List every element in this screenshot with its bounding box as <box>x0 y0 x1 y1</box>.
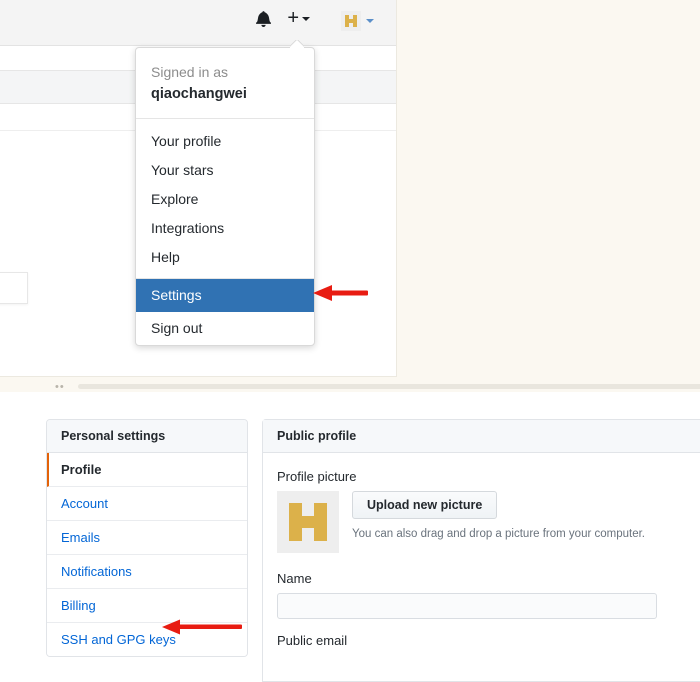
create-new-button[interactable]: + <box>287 7 310 29</box>
sidebar-header: Personal settings <box>47 420 247 453</box>
user-avatar-identicon <box>341 11 361 31</box>
upload-new-picture-button[interactable]: Upload new picture <box>352 491 498 519</box>
menu-item-your-stars[interactable]: Your stars <box>136 156 314 185</box>
user-menu-button[interactable] <box>341 11 374 31</box>
panel-body: Profile picture Upload new picture You c… <box>263 453 700 648</box>
top-screenshot-section: + •• Signed in as qiaochangwei Your prof… <box>0 0 700 392</box>
settings-sidebar: Personal settings Profile Account Emails… <box>46 419 248 657</box>
signed-in-username: qiaochangwei <box>151 86 247 103</box>
user-dropdown-menu: Signed in as qiaochangwei Your profile Y… <box>135 47 315 347</box>
profile-picture-row: Upload new picture You can also drag and… <box>277 491 700 553</box>
menu-item-integrations[interactable]: Integrations <box>136 214 314 243</box>
upload-controls: Upload new picture You can also drag and… <box>352 491 645 540</box>
name-field-block: Name <box>277 571 700 619</box>
menu-item-sign-out[interactable]: Sign out <box>136 312 314 345</box>
menu-item-help[interactable]: Help <box>136 243 314 272</box>
signed-in-label: Signed in as <box>151 64 229 80</box>
sidebar-item-billing[interactable]: Billing <box>47 589 247 623</box>
menu-item-explore[interactable]: Explore <box>136 185 314 214</box>
sidebar-item-notifications[interactable]: Notifications <box>47 555 247 589</box>
signed-in-block: Signed in as qiaochangwei <box>136 48 314 120</box>
sidebar-item-ssh-and-gpg-keys[interactable]: SSH and GPG keys <box>47 623 247 656</box>
background-box <box>0 272 28 304</box>
chevron-down-icon <box>302 16 310 21</box>
sidebar-item-profile[interactable]: Profile <box>47 453 247 487</box>
name-label: Name <box>277 571 312 586</box>
header-icon-group: + <box>256 7 310 29</box>
menu-group-account: Settings Sign out <box>136 278 314 345</box>
public-email-block: Public email <box>277 633 700 648</box>
horizontal-scrollbar[interactable] <box>78 384 700 389</box>
sidebar-item-account[interactable]: Account <box>47 487 247 521</box>
dropdown-caret-icon <box>290 40 304 48</box>
drag-drop-hint: You can also drag and drop a picture fro… <box>352 528 645 540</box>
chevron-down-icon <box>366 19 374 23</box>
app-header-bar: + <box>0 0 396 46</box>
profile-picture-label: Profile picture <box>277 469 357 484</box>
scroll-indicator-dots: •• <box>55 381 65 392</box>
notifications-button[interactable] <box>256 10 272 27</box>
menu-group-primary: Your profile Your stars Explore Integrat… <box>136 119 314 278</box>
bell-icon <box>256 11 272 27</box>
public-profile-panel: Public profile Profile picture Upload ne… <box>262 419 700 682</box>
bottom-screenshot-section: Personal settings Profile Account Emails… <box>0 392 700 682</box>
sidebar-item-emails[interactable]: Emails <box>47 521 247 555</box>
menu-item-settings[interactable]: Settings <box>136 279 314 313</box>
user-avatar-identicon[interactable] <box>277 491 339 553</box>
public-email-label: Public email <box>277 633 348 648</box>
name-input[interactable] <box>277 593 657 619</box>
panel-header: Public profile <box>263 420 700 453</box>
plus-icon: + <box>287 7 299 29</box>
menu-item-your-profile[interactable]: Your profile <box>136 127 314 156</box>
